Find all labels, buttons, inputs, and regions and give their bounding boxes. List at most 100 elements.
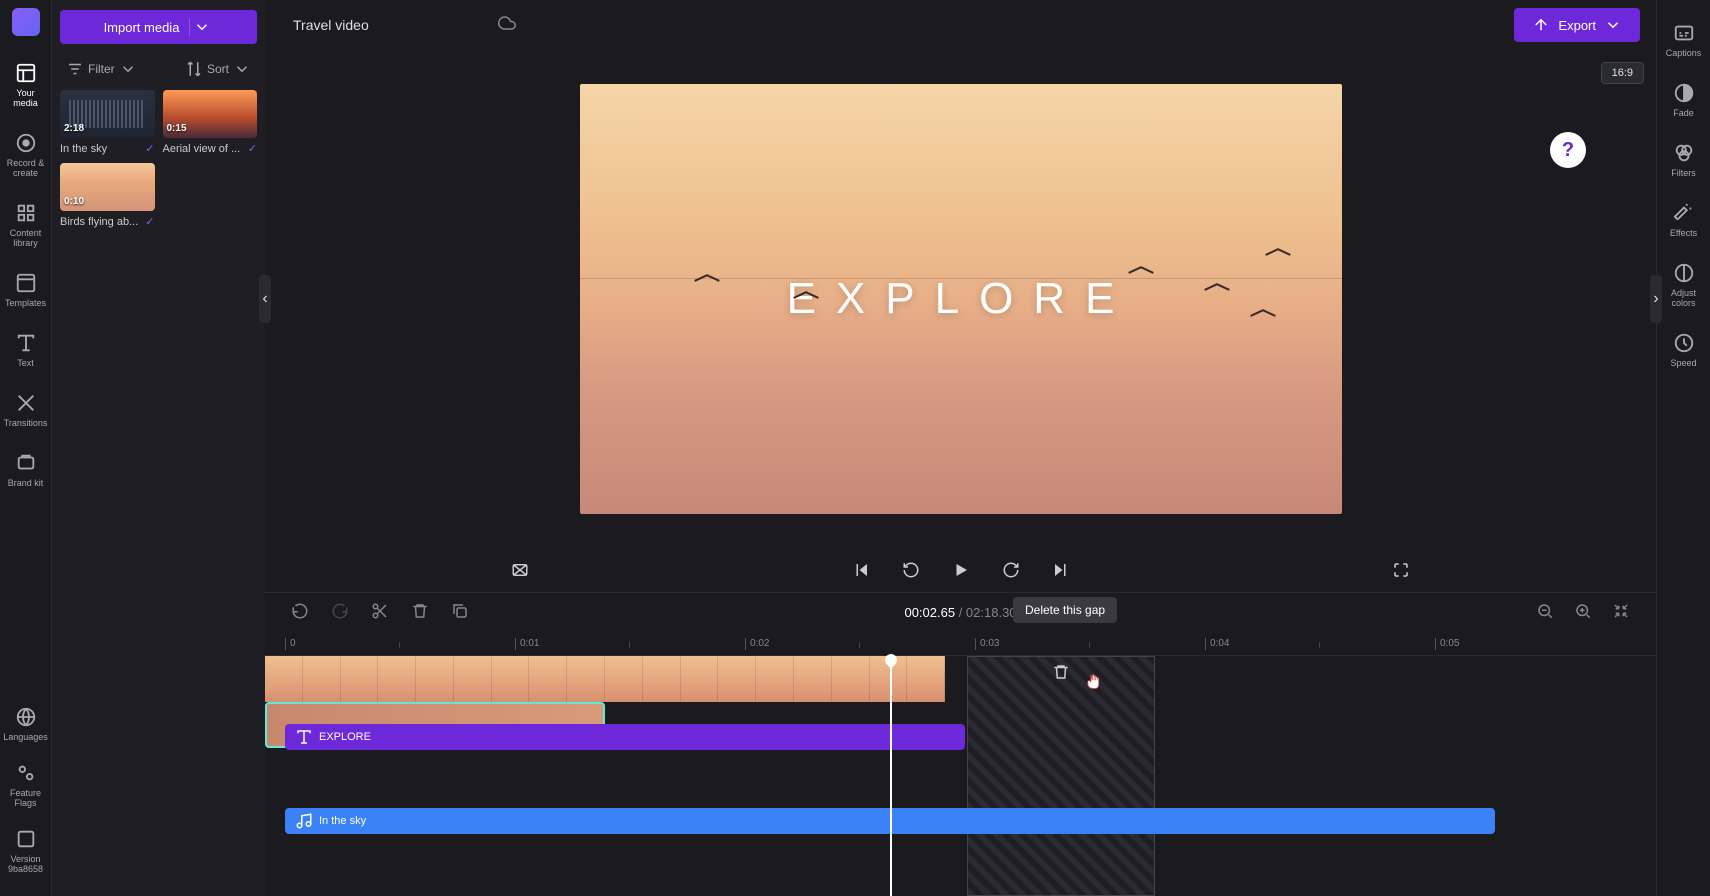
duplicate-button[interactable]: [445, 596, 475, 629]
ruler-tick: [1319, 642, 1320, 648]
export-button[interactable]: Export: [1514, 8, 1640, 42]
library-icon: [15, 202, 37, 224]
record-icon: [15, 132, 37, 154]
bird-decoration: [1204, 282, 1232, 294]
zoom-out-button[interactable]: [1530, 596, 1560, 629]
redo-button[interactable]: [325, 596, 355, 629]
sidebar-label: Templates: [5, 298, 46, 308]
text-track-clip[interactable]: EXPLORE: [285, 724, 965, 750]
delete-gap-tooltip: Delete this gap: [1013, 597, 1117, 623]
filter-button[interactable]: Filter: [66, 60, 137, 78]
media-thumbnail-video[interactable]: 0:10: [60, 163, 155, 211]
sidebar-item-brand-kit[interactable]: Brand kit: [0, 442, 51, 498]
properties-item-effects[interactable]: Effects: [1657, 192, 1710, 248]
ruler-mark: 0:01: [515, 638, 539, 650]
text-track-label: EXPLORE: [319, 731, 371, 743]
properties-item-captions[interactable]: Captions: [1657, 12, 1710, 68]
timeline[interactable]: 0 0:01 0:02 0:03 0:04 0:05 EXPLORE: [265, 632, 1656, 896]
playhead[interactable]: [890, 656, 892, 896]
sidebar-label: Version: [10, 854, 40, 864]
media-name-label: In the sky: [60, 143, 107, 155]
ruler-tick: [859, 642, 860, 648]
sidebar-item-templates[interactable]: Templates: [0, 262, 51, 318]
media-duration: 0:10: [64, 196, 84, 207]
captions-icon: [1673, 22, 1695, 44]
safe-zones-button[interactable]: [505, 555, 535, 585]
import-dropdown-toggle[interactable]: [189, 18, 213, 36]
properties-label: Captions: [1666, 48, 1702, 58]
sidebar-label: 9ba8658: [8, 864, 43, 874]
properties-item-speed[interactable]: Speed: [1657, 322, 1710, 378]
check-icon: ✓: [145, 215, 154, 228]
import-media-button[interactable]: Import media: [60, 10, 257, 44]
media-thumbnail-video[interactable]: 0:15: [163, 90, 258, 138]
help-button[interactable]: ?: [1550, 132, 1586, 168]
media-duration: 0:15: [167, 123, 187, 134]
media-duration: 2:18: [64, 123, 84, 134]
properties-item-fade[interactable]: Fade: [1657, 72, 1710, 128]
zoom-in-button[interactable]: [1568, 596, 1598, 629]
sidebar-item-feature-flags[interactable]: Feature Flags: [0, 752, 52, 818]
filter-label: Filter: [88, 62, 115, 76]
adjust-colors-icon: [1673, 262, 1695, 284]
chevron-down-icon: [119, 60, 137, 78]
properties-item-adjust-colors[interactable]: Adjust colors: [1657, 252, 1710, 318]
sidebar-item-version[interactable]: Version 9ba8658: [0, 818, 52, 884]
effects-icon: [1673, 202, 1695, 224]
previous-button[interactable]: [846, 555, 876, 585]
preview-area: ‹ EXPLORE 16:9 › ?: [265, 50, 1656, 548]
media-item[interactable]: 0:10 Birds flying ab...✓: [60, 163, 155, 228]
left-rail-bottom: Languages Feature Flags Version 9ba8658: [0, 696, 52, 884]
delete-button[interactable]: [405, 596, 435, 629]
app-logo[interactable]: [12, 8, 40, 36]
rewind-button[interactable]: [896, 555, 926, 585]
fullscreen-button[interactable]: [1386, 555, 1416, 585]
video-preview[interactable]: EXPLORE: [580, 84, 1342, 514]
cloud-sync-icon[interactable]: [498, 14, 516, 37]
properties-label: Speed: [1670, 358, 1696, 368]
sidebar-item-languages[interactable]: Languages: [0, 696, 52, 752]
project-name-input[interactable]: [281, 11, 486, 39]
forward-button[interactable]: [996, 555, 1026, 585]
properties-item-filters[interactable]: Filters: [1657, 132, 1710, 188]
undo-button[interactable]: [285, 596, 315, 629]
sidebar-item-record[interactable]: Record & create: [0, 122, 51, 188]
properties-label: Filters: [1671, 168, 1696, 178]
brand-kit-icon: [15, 452, 37, 474]
collapse-properties-panel-handle[interactable]: ›: [1650, 275, 1662, 323]
sidebar-item-your-media[interactable]: Your media: [0, 52, 51, 118]
current-time: 00:02.65: [904, 605, 955, 620]
media-name-label: Aerial view of ...: [163, 143, 241, 155]
timeline-tracks[interactable]: EXPLORE In the sky: [265, 656, 1656, 896]
aspect-ratio-button[interactable]: 16:9: [1601, 62, 1644, 84]
video-track-clip-1[interactable]: [265, 656, 945, 702]
main-area: Export ‹ EXPLORE 16:9 › ?: [265, 0, 1656, 896]
sidebar-item-content-library[interactable]: Content library: [0, 192, 51, 258]
audio-track-label: In the sky: [319, 815, 366, 827]
media-item[interactable]: 0:15 Aerial view of ...✓: [163, 90, 258, 155]
fit-timeline-button[interactable]: [1606, 596, 1636, 629]
flag-icon: [15, 762, 37, 784]
bird-decoration: [1250, 308, 1278, 320]
media-item[interactable]: 2:18 In the sky✓: [60, 90, 155, 155]
sidebar-item-text[interactable]: Text: [0, 322, 51, 378]
media-thumbnail-audio[interactable]: 2:18: [60, 90, 155, 138]
play-button[interactable]: [946, 555, 976, 585]
sidebar-label: Transitions: [4, 418, 48, 428]
sidebar-label: Languages: [3, 732, 48, 742]
timeline-ruler[interactable]: 0 0:01 0:02 0:03 0:04 0:05: [265, 632, 1656, 656]
timeline-gap-region[interactable]: [967, 656, 1155, 896]
transitions-icon: [15, 392, 37, 414]
sort-icon: [185, 60, 203, 78]
split-button[interactable]: [365, 596, 395, 629]
time-separator: /: [955, 605, 966, 620]
delete-gap-button[interactable]: [1052, 663, 1070, 686]
next-button[interactable]: [1046, 555, 1076, 585]
sidebar-label: Text: [17, 358, 34, 368]
sidebar-item-transitions[interactable]: Transitions: [0, 382, 51, 438]
collapse-media-panel-handle[interactable]: ‹: [259, 275, 271, 323]
version-icon: [15, 828, 37, 850]
sort-button[interactable]: Sort: [185, 60, 251, 78]
ruler-tick: [399, 642, 400, 648]
playback-controls: [265, 548, 1656, 592]
